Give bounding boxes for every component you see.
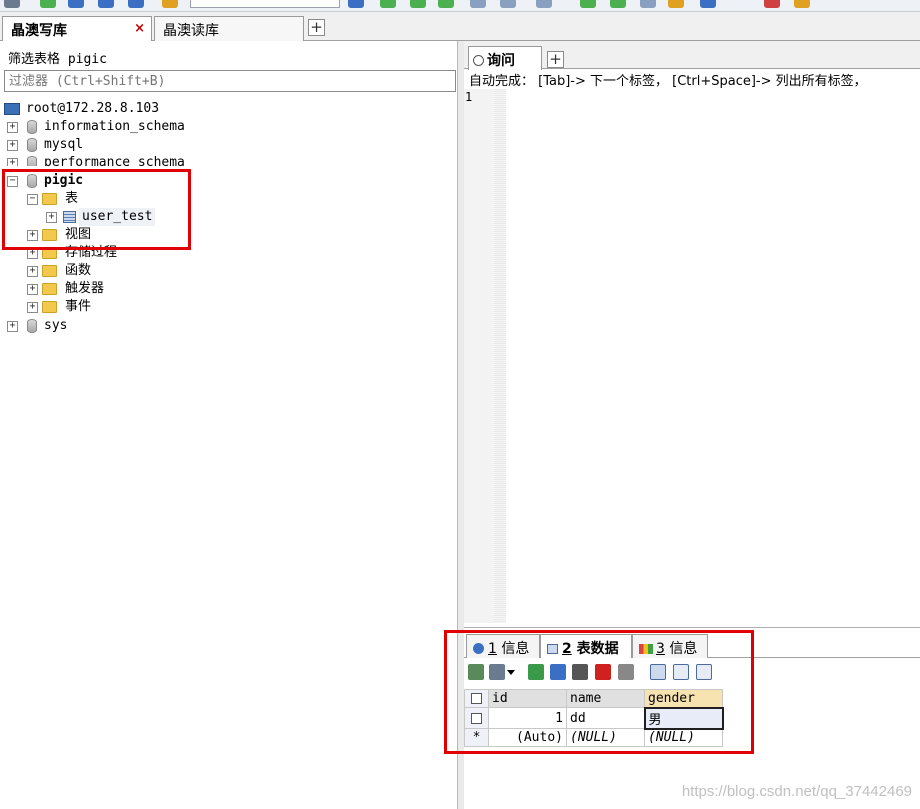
tab-label: 晶澳写库 bbox=[11, 23, 67, 39]
filter-input[interactable] bbox=[4, 70, 456, 92]
tab-label: 晶澳读库 bbox=[163, 23, 219, 39]
tools-icon[interactable] bbox=[794, 0, 810, 8]
database-select[interactable] bbox=[190, 0, 340, 8]
execute-icon[interactable] bbox=[348, 0, 364, 8]
grid-icon[interactable] bbox=[470, 0, 486, 8]
tree-db-mysql[interactable]: + mysql bbox=[7, 136, 307, 154]
tab-connection-read[interactable]: 晶澳读库 bbox=[154, 16, 304, 41]
fold-margin bbox=[494, 89, 506, 623]
expand-icon[interactable]: + bbox=[7, 122, 18, 133]
filter-label: 筛选表格 pigic bbox=[8, 52, 107, 67]
expand-icon[interactable]: + bbox=[27, 302, 38, 313]
expand-icon[interactable]: + bbox=[7, 158, 18, 166]
tab-connection-write[interactable]: 晶澳写库 × bbox=[2, 16, 152, 42]
sql-editor[interactable]: 1 bbox=[464, 89, 920, 623]
database-icon bbox=[27, 138, 37, 152]
tools-icon[interactable] bbox=[668, 0, 684, 8]
add-tab-button[interactable]: + bbox=[308, 19, 325, 36]
expand-icon[interactable]: + bbox=[7, 321, 18, 332]
folder-icon bbox=[42, 283, 57, 295]
watermark: https://blog.csdn.net/qq_37442469 bbox=[681, 783, 912, 800]
db-label: sys bbox=[44, 318, 68, 333]
expand-icon[interactable]: + bbox=[7, 140, 18, 151]
results-panel: 1 信息 2 表数据 3 信息 id name gender 1 dd 男 * … bbox=[444, 627, 920, 809]
tab-label: 询问 bbox=[487, 53, 515, 69]
add-query-tab-button[interactable]: + bbox=[547, 51, 564, 68]
tree-folder-triggers[interactable]: + 触发器 bbox=[27, 280, 327, 298]
close-icon[interactable]: × bbox=[134, 21, 145, 36]
tree-db-sys[interactable]: + sys bbox=[7, 317, 307, 335]
execute-all-icon[interactable] bbox=[380, 0, 396, 8]
query-pane: 询问 + 自动完成： [Tab]-> 下一个标签， [Ctrl+Space]->… bbox=[444, 41, 920, 809]
autocomplete-hint: 自动完成： [Tab]-> 下一个标签， [Ctrl+Space]-> 列出所有… bbox=[469, 74, 867, 89]
tree-db-performance-schema[interactable]: + performance_schema bbox=[7, 154, 307, 166]
format-icon[interactable] bbox=[580, 0, 596, 8]
grid-icon[interactable] bbox=[500, 0, 516, 8]
tools-icon[interactable] bbox=[700, 0, 716, 8]
highlight-box bbox=[444, 630, 754, 754]
database-icon bbox=[27, 156, 37, 166]
server-icon bbox=[4, 103, 20, 115]
database-icon bbox=[27, 120, 37, 134]
tab-query[interactable]: 询问 bbox=[468, 46, 542, 70]
db-icon[interactable] bbox=[68, 0, 84, 8]
expand-icon[interactable]: + bbox=[27, 284, 38, 295]
database-icon bbox=[27, 319, 37, 333]
line-number: 1 bbox=[465, 90, 473, 104]
highlight-box bbox=[2, 169, 191, 250]
db-icon[interactable] bbox=[128, 0, 144, 8]
tree-folder-functions[interactable]: + 函数 bbox=[27, 262, 327, 280]
table-icon[interactable] bbox=[640, 0, 656, 8]
db-label: information_schema bbox=[44, 119, 185, 134]
new-db-icon[interactable] bbox=[40, 0, 56, 8]
folder-icon bbox=[42, 265, 57, 277]
connection-tab-bar: 晶澳写库 × 晶澳读库 + bbox=[0, 12, 920, 42]
main-toolbar bbox=[0, 0, 920, 12]
folder-icon bbox=[42, 301, 57, 313]
connect-icon[interactable] bbox=[4, 0, 20, 8]
run-icon[interactable] bbox=[438, 0, 454, 8]
db-label: performance_schema bbox=[44, 155, 185, 166]
expand-icon[interactable]: + bbox=[27, 266, 38, 277]
folder-label: 函数 bbox=[65, 263, 92, 278]
grid-icon[interactable] bbox=[536, 0, 552, 8]
folder-label: 事件 bbox=[65, 299, 92, 314]
db-icon[interactable] bbox=[98, 0, 114, 8]
query-tab-bar: 询问 + bbox=[464, 41, 920, 70]
tree-db-information-schema[interactable]: + information_schema bbox=[7, 118, 307, 136]
query-icon bbox=[473, 55, 484, 66]
db-label: mysql bbox=[44, 137, 84, 152]
folder-label: 触发器 bbox=[65, 281, 105, 296]
tree-folder-events[interactable]: + 事件 bbox=[27, 298, 327, 316]
tools-icon[interactable] bbox=[764, 0, 780, 8]
format-icon[interactable] bbox=[610, 0, 626, 8]
run-icon[interactable] bbox=[410, 0, 426, 8]
line-gutter: 1 bbox=[464, 89, 506, 623]
object-browser: 筛选表格 pigic root@172.28.8.103 + informati… bbox=[0, 41, 458, 809]
refresh-icon[interactable] bbox=[162, 0, 178, 8]
server-label: root@172.28.8.103 bbox=[26, 101, 160, 116]
